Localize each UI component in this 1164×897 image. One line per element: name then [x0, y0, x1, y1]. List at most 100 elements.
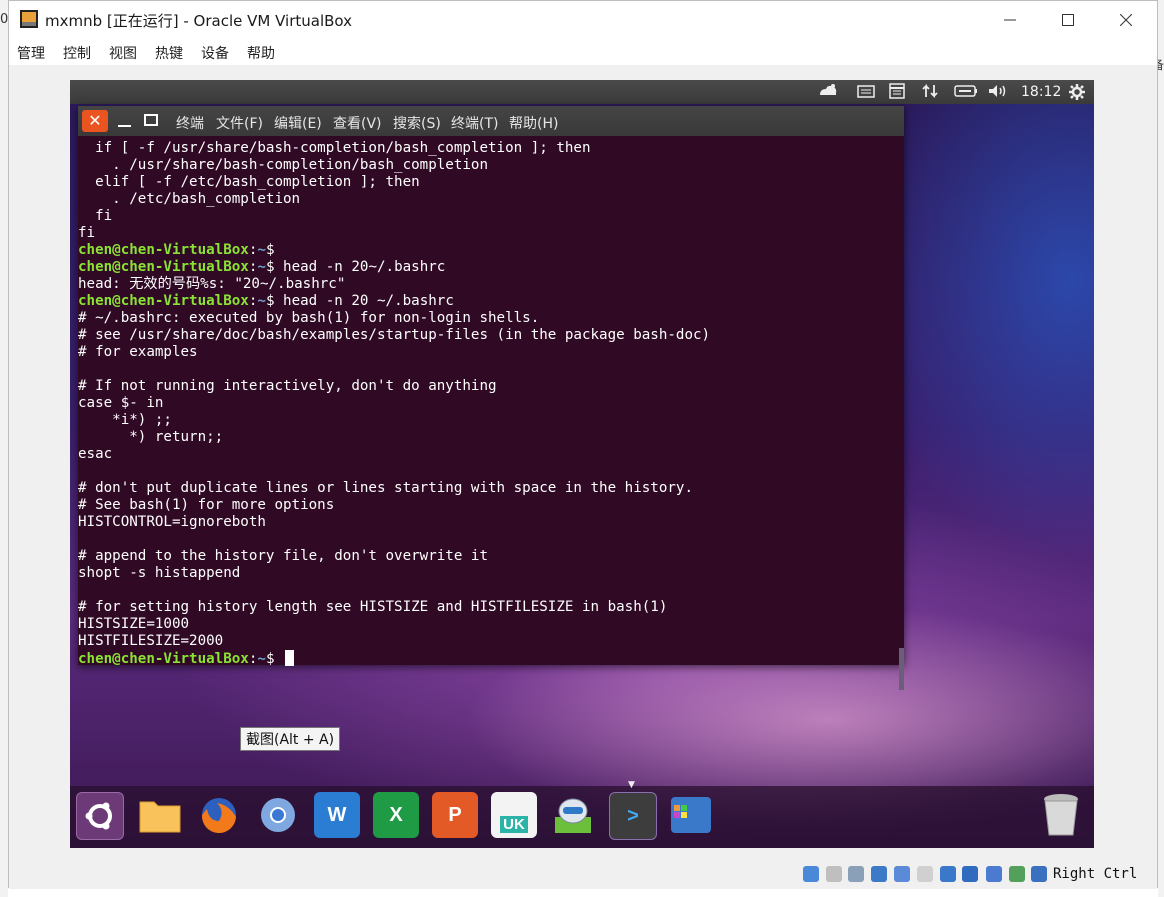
output-text: *i*) ;;: [78, 412, 172, 428]
command-text: head -n 20 ~/.bashrc: [283, 293, 454, 309]
terminal-maximize-button[interactable]: [140, 110, 162, 132]
panel-clock[interactable]: 18:12: [1021, 84, 1061, 100]
menu-hotkeys[interactable]: 热键: [155, 43, 183, 63]
host-key-arrow-icon[interactable]: [1031, 866, 1047, 882]
prompt-user: chen@chen-VirtualBox: [78, 259, 249, 275]
system-gear-icon[interactable]: [1068, 83, 1086, 105]
software-updater-icon[interactable]: [550, 792, 596, 838]
indicator-applet-icon[interactable]: [818, 83, 838, 103]
prompt-suffix: $: [265, 259, 284, 275]
prompt-path: ~: [257, 259, 266, 275]
wps-presentation-icon[interactable]: P: [432, 792, 478, 838]
battery-icon[interactable]: [954, 83, 978, 103]
terminal-menu-search[interactable]: 搜索(S): [393, 113, 441, 133]
workspace-switcher-icon[interactable]: [668, 792, 714, 838]
terminal-icon[interactable]: >: [609, 792, 657, 840]
close-button[interactable]: [1097, 1, 1155, 39]
harddisk-icon[interactable]: [803, 866, 819, 882]
terminal-line: . /etc/bash_completion: [78, 191, 896, 208]
output-text: # append to the history file, don't over…: [78, 548, 488, 564]
chromium-icon[interactable]: [255, 792, 301, 838]
output-text: # for examples: [78, 344, 198, 360]
shared-folder-icon[interactable]: [917, 866, 933, 882]
output-text: # don't put duplicate lines or lines sta…: [78, 480, 693, 496]
terminal-line: # for examples: [78, 344, 896, 361]
terminal-line: # see /usr/share/doc/bash/examples/start…: [78, 327, 896, 344]
terminal-line: *) return;;: [78, 429, 896, 446]
uk-software-icon[interactable]: UK: [491, 792, 537, 838]
menu-devices[interactable]: 设备: [201, 43, 229, 63]
wps-presentation-label: P: [448, 803, 462, 826]
ubuntu-dash-icon[interactable]: [76, 792, 124, 840]
display-icon[interactable]: [940, 866, 956, 882]
output-text: # see /usr/share/doc/bash/examples/start…: [78, 327, 711, 343]
usb-icon[interactable]: [894, 866, 910, 882]
terminal-line: # See bash(1) for more options: [78, 497, 896, 514]
window-titlebar[interactable]: mxmnb [正在运行] - Oracle VM VirtualBox: [9, 1, 1157, 39]
terminal-menu-edit[interactable]: 编辑(E): [274, 113, 322, 133]
network-icon[interactable]: [922, 83, 938, 103]
terminal-titlebar[interactable]: ✕ 终端 文件(F) 编辑(E) 查看(V) 搜索(S) 终端(T) 帮助(H): [78, 106, 904, 136]
minimize-button[interactable]: [981, 1, 1039, 39]
output-text: # See bash(1) for more options: [78, 497, 335, 513]
volume-icon[interactable]: [988, 83, 1008, 103]
close-icon: [1120, 14, 1132, 26]
keyboard-icon[interactable]: [857, 83, 875, 103]
firefox-icon[interactable]: [196, 792, 242, 838]
terminal-output[interactable]: if [ -f /usr/share/bash-completion/bash_…: [78, 140, 896, 667]
mouse-integration-icon[interactable]: [1009, 866, 1025, 882]
output-text: case $- in: [78, 395, 164, 411]
output-text: shopt -s histappend: [78, 565, 241, 581]
launcher-active-indicator: ▼: [628, 780, 635, 790]
wps-writer-label: W: [327, 803, 347, 826]
wps-spreadsheets-icon[interactable]: X: [373, 792, 419, 838]
terminal-scrollbar[interactable]: [899, 648, 904, 690]
output-text: fi: [78, 225, 96, 241]
terminal-line: esac: [78, 446, 896, 463]
prompt-path: ~: [257, 242, 266, 258]
terminal-line: HISTFILESIZE=2000: [78, 633, 896, 650]
terminal-line: shopt -s histappend: [78, 565, 896, 582]
menu-control[interactable]: 控制: [63, 43, 91, 63]
terminal-line: case $- in: [78, 395, 896, 412]
menu-manage[interactable]: 管理: [17, 43, 45, 63]
terminal-line: *i*) ;;: [78, 412, 896, 429]
terminal-line: fi: [78, 208, 896, 225]
terminal-menu-file[interactable]: 文件(F): [216, 113, 263, 133]
calendar-icon[interactable]: [888, 83, 906, 103]
terminal-line: # append to the history file, don't over…: [78, 548, 896, 565]
cpu-icon[interactable]: [986, 866, 1002, 882]
menu-view[interactable]: 视图: [109, 43, 137, 63]
prompt-user: chen@chen-VirtualBox: [78, 651, 249, 667]
audio-icon[interactable]: [848, 866, 864, 882]
guest-screen[interactable]: 18:12 ✕ 终端 文件(F) 编辑(E) 查看(V) 搜索(S) 终端(T)…: [70, 80, 1094, 848]
updater-robot-icon: [555, 798, 591, 833]
terminal-line: HISTCONTROL=ignoreboth: [78, 514, 896, 531]
optical-drive-icon[interactable]: [826, 866, 842, 882]
terminal-close-button[interactable]: ✕: [82, 110, 108, 132]
command-text: head -n 20~/.bashrc: [283, 259, 446, 275]
terminal-menu-terminal[interactable]: 终端(T): [451, 113, 498, 133]
output-text: HISTFILESIZE=2000: [78, 633, 224, 649]
host-menubar: 管理 控制 视图 热键 设备 帮助: [9, 39, 1157, 65]
maximize-button[interactable]: [1039, 1, 1097, 39]
terminal-line: # don't put duplicate lines or lines sta…: [78, 480, 896, 497]
workspaces-grid-icon: [671, 797, 711, 833]
terminal-minimize-button[interactable]: [114, 110, 136, 132]
uk-software-label: UK: [500, 815, 528, 833]
trash-icon[interactable]: [1038, 792, 1084, 838]
network-adapter-icon[interactable]: [871, 866, 887, 882]
output-text: # If not running interactively, don't do…: [78, 378, 497, 394]
files-icon[interactable]: [137, 792, 183, 838]
terminal-menu-view[interactable]: 查看(V): [333, 113, 382, 133]
terminal-window[interactable]: ✕ 终端 文件(F) 编辑(E) 查看(V) 搜索(S) 终端(T) 帮助(H)…: [78, 106, 904, 690]
wps-writer-icon[interactable]: W: [314, 792, 360, 838]
firefox-logo-icon: [201, 798, 236, 834]
menu-help[interactable]: 帮助: [247, 43, 275, 63]
recording-icon[interactable]: [962, 866, 978, 882]
ubuntu-logo-icon: [85, 802, 112, 830]
terminal-menu-help[interactable]: 帮助(H): [509, 113, 558, 133]
output-text: HISTCONTROL=ignoreboth: [78, 514, 266, 530]
